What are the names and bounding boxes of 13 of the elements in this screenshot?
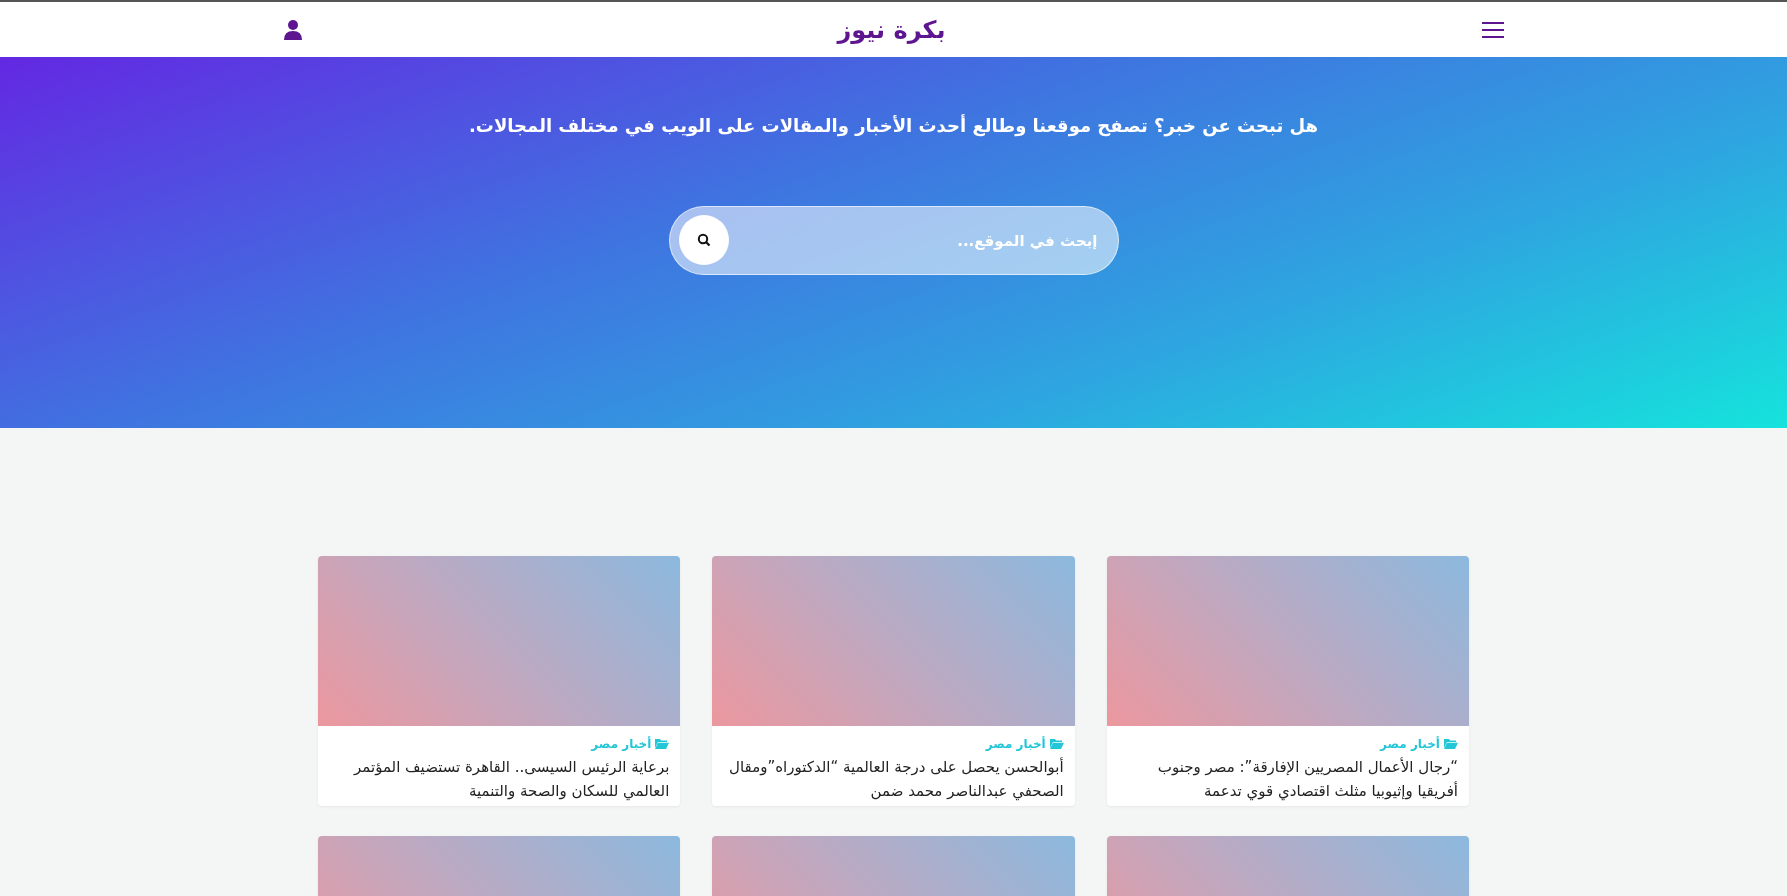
hero-headline: هل تبحث عن خبر؟ تصفح موقعنا وطالع أحدث الأخبار والمقالات على الويب في مختلف المجالات. — [469, 115, 1318, 136]
folder-icon — [1049, 738, 1064, 749]
search-field[interactable]: إبحث في الموقع... — [668, 206, 1119, 275]
user-icon[interactable] — [283, 19, 302, 40]
article-title[interactable]: برعاية الرئيس السيسى.. القاهرة تستضيف المؤتمر العالمي للسكان والصحة والتنمية — [329, 755, 670, 803]
article-title[interactable]: أبوالحسن يحصل على درجة العالمية “الدكتوراه”ومقال الصحفي عبدالناصر محمد ضمن — [723, 755, 1064, 803]
folder-icon — [655, 738, 670, 749]
search-button[interactable] — [678, 215, 729, 265]
folder-icon — [1444, 738, 1458, 749]
article-title[interactable]: “رجال الأعمال المصريين الإفارقة”: مصر وجنوب أفريقيا وإثيوبيا مثلث اقتصادي قوي تدعمة — [1117, 755, 1458, 803]
menu-icon[interactable] — [1481, 21, 1504, 38]
search-icon — [696, 233, 711, 247]
site-logo[interactable]: بكرة نيوز — [837, 15, 946, 44]
